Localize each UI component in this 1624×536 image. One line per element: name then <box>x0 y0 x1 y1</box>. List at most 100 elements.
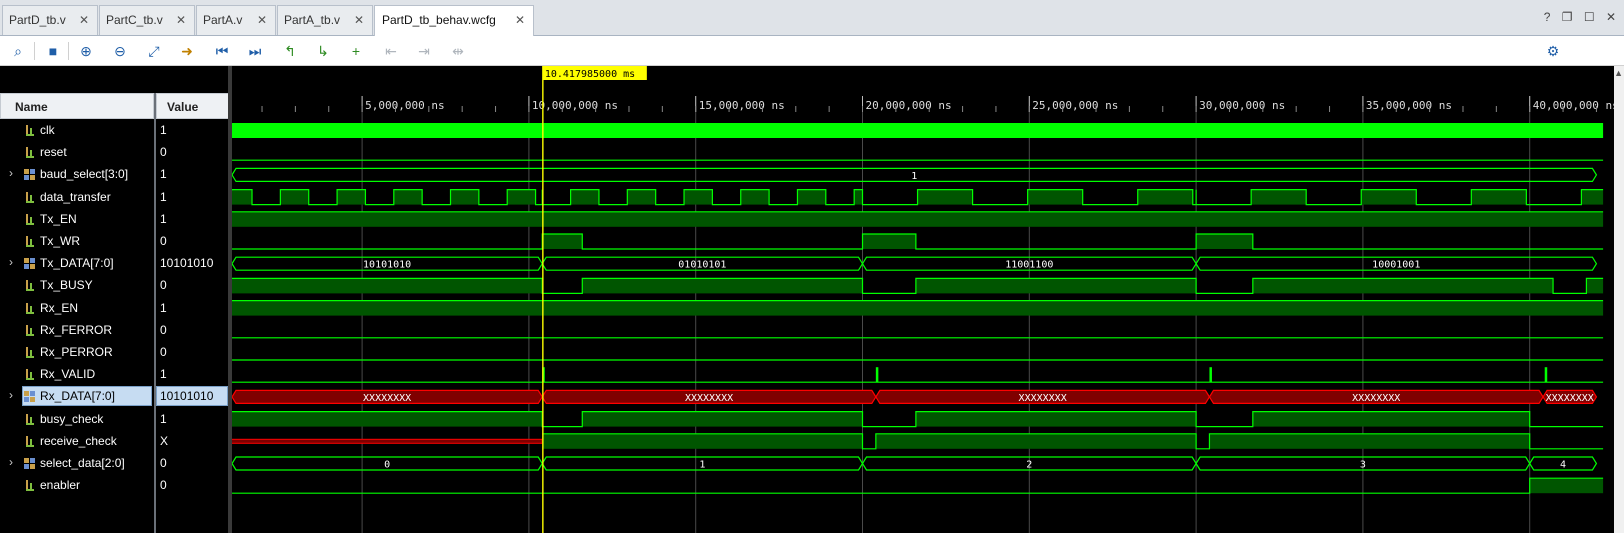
signal-name[interactable]: reset <box>40 145 67 159</box>
signal-row[interactable]: enabler 0 <box>0 475 232 497</box>
signal-name[interactable]: baud_select[3:0] <box>40 167 128 181</box>
select-data-label: 2 <box>1026 460 1032 471</box>
expand-chevron-icon[interactable]: › <box>9 388 13 402</box>
expand-chevron-icon[interactable]: › <box>9 255 13 269</box>
bus-signal-icon <box>24 169 35 181</box>
tab-partd-tb-behav-wcfg[interactable]: PartD_tb_behav.wcfg ✕ <box>374 5 534 37</box>
vertical-scrollbar[interactable] <box>1614 66 1624 533</box>
expand-chevron-icon[interactable]: › <box>9 166 13 180</box>
tick-label: 5,000,000 ns <box>365 99 444 112</box>
data-transfer-high-fill <box>570 189 599 205</box>
help-icon[interactable]: ? <box>1544 10 1551 24</box>
name-column-header[interactable]: Name <box>0 93 154 119</box>
close-icon[interactable]: ✕ <box>176 13 186 27</box>
maximize-icon[interactable]: ☐ <box>1584 10 1595 24</box>
signal-name[interactable]: Rx_FERROR <box>40 323 112 337</box>
zoom-out-icon[interactable]: ⊖ <box>109 40 131 62</box>
bit-signal-icon <box>26 213 34 225</box>
tab-label: PartA_tb.v <box>284 13 341 27</box>
tick-label: 20,000,000 ns <box>866 99 952 112</box>
tick-label: 15,000,000 ns <box>699 99 785 112</box>
signal-row[interactable]: Rx_PERROR 0 <box>0 342 232 364</box>
signal-row[interactable]: › baud_select[3:0] 1 <box>0 164 232 186</box>
signal-name[interactable]: receive_check <box>40 434 117 448</box>
window-controls: ? ❐ ☐ ✕ <box>1536 10 1616 24</box>
data-transfer-high-fill <box>1361 189 1417 205</box>
editor-tab-bar: PartD_tb.v ✕ PartC_tb.v ✕ PartA.v ✕ Part… <box>0 0 1624 37</box>
next-marker-icon[interactable]: ⇥ <box>413 40 435 62</box>
close-icon[interactable]: ✕ <box>515 13 525 27</box>
tx-busy-high-fill <box>1586 278 1604 294</box>
receive-check-high-fill <box>542 433 863 449</box>
rx-data-label: XXXXXXXX <box>1546 393 1594 404</box>
signal-name[interactable]: data_transfer <box>40 190 111 204</box>
add-marker-icon[interactable]: + <box>345 40 367 62</box>
close-icon[interactable]: ✕ <box>354 13 364 27</box>
signal-row[interactable]: Rx_EN 1 <box>0 298 232 320</box>
bit-signal-icon <box>26 302 34 314</box>
signal-row[interactable]: reset 0 <box>0 142 232 164</box>
signal-name[interactable]: Rx_DATA[7:0] <box>40 389 115 403</box>
save-icon[interactable]: ■ <box>42 40 64 62</box>
go-to-start-icon[interactable]: ⏮ <box>211 40 233 62</box>
waveform-panel[interactable]: 5,000,000 ns 10,000,000 ns 15,000,000 ns 20… <box>194 66 1624 533</box>
signal-value: 1 <box>160 411 167 426</box>
signal-name[interactable]: busy_check <box>40 412 103 426</box>
data-transfer-high-fill <box>1581 189 1604 205</box>
signal-name[interactable]: Tx_EN <box>40 212 77 226</box>
select-data-label: 0 <box>384 460 390 471</box>
waveform-canvas[interactable]: 5,000,000 ns 10,000,000 ns 15,000,000 ns 20… <box>194 66 1624 533</box>
signal-name[interactable]: Rx_VALID <box>40 367 95 381</box>
search-icon[interactable]: ⌕ <box>7 40 29 62</box>
settings-gear-icon[interactable]: ⚙ <box>1542 40 1564 62</box>
signal-name[interactable]: clk <box>40 123 55 137</box>
signal-name[interactable]: select_data[2:0] <box>40 456 125 470</box>
signal-row[interactable]: Rx_FERROR 0 <box>0 320 232 342</box>
tab-parta-tb[interactable]: PartA_tb.v ✕ <box>277 5 373 35</box>
tx-data-label: 10001001 <box>1372 260 1420 271</box>
signal-row[interactable]: Rx_VALID 1 <box>0 364 232 386</box>
expand-chevron-icon[interactable]: › <box>9 455 13 469</box>
tab-partd-tb[interactable]: PartD_tb.v ✕ <box>2 5 98 35</box>
bit-signal-icon <box>26 280 34 292</box>
select-data-label: 3 <box>1360 460 1366 471</box>
tx-busy-high-fill <box>1252 278 1554 294</box>
signal-name[interactable]: Tx_BUSY <box>40 278 93 292</box>
tick-label: 10,000,000 ns <box>532 99 618 112</box>
signal-row[interactable]: Tx_EN 1 <box>0 209 232 231</box>
close-window-icon[interactable]: ✕ <box>1606 10 1616 24</box>
signal-name[interactable]: enabler <box>40 478 80 492</box>
previous-marker-icon[interactable]: ⇤ <box>380 40 402 62</box>
signal-row[interactable]: › Rx_DATA[7:0] 10101010 <box>0 386 232 408</box>
swap-cursors-icon[interactable]: ⇹ <box>447 40 469 62</box>
tab-partc-tb[interactable]: PartC_tb.v ✕ <box>99 5 195 35</box>
signal-row[interactable]: Tx_WR 0 <box>0 231 232 253</box>
close-icon[interactable]: ✕ <box>79 13 89 27</box>
receive-check-high-fill <box>875 433 1197 449</box>
rx-data-label: XXXXXXXX <box>1019 393 1067 404</box>
signal-row[interactable]: › select_data[2:0] 0 <box>0 453 232 475</box>
next-transition-icon[interactable]: ↳ <box>312 40 334 62</box>
zoom-in-icon[interactable]: ⊕ <box>75 40 97 62</box>
tx-data-label: 11001100 <box>1005 260 1053 271</box>
signal-name[interactable]: Rx_EN <box>40 301 78 315</box>
bit-signal-icon <box>26 125 34 136</box>
signal-row[interactable]: data_transfer 1 <box>0 187 232 209</box>
restore-icon[interactable]: ❐ <box>1562 10 1573 24</box>
scroll-up-arrow-icon[interactable]: ▲ <box>1614 68 1623 78</box>
signal-row[interactable]: clk 1 <box>0 120 232 142</box>
signal-row[interactable]: receive_check X <box>0 431 232 453</box>
close-icon[interactable]: ✕ <box>257 13 267 27</box>
value-column-header[interactable]: Value <box>156 93 231 119</box>
go-to-cursor-icon[interactable]: ➜ <box>176 40 198 62</box>
signal-row[interactable]: Tx_BUSY 0 <box>0 275 232 297</box>
signal-name[interactable]: Tx_DATA[7:0] <box>40 256 114 270</box>
signal-name[interactable]: Rx_PERROR <box>40 345 113 359</box>
go-to-end-icon[interactable]: ⏭ <box>244 40 266 62</box>
signal-row[interactable]: busy_check 1 <box>0 409 232 431</box>
signal-name[interactable]: Tx_WR <box>40 234 80 248</box>
tab-parta[interactable]: PartA.v ✕ <box>196 5 276 35</box>
previous-transition-icon[interactable]: ↰ <box>279 40 301 62</box>
signal-row[interactable]: › Tx_DATA[7:0] 10101010 <box>0 253 232 275</box>
zoom-fit-icon[interactable]: ⤢ <box>143 40 165 62</box>
